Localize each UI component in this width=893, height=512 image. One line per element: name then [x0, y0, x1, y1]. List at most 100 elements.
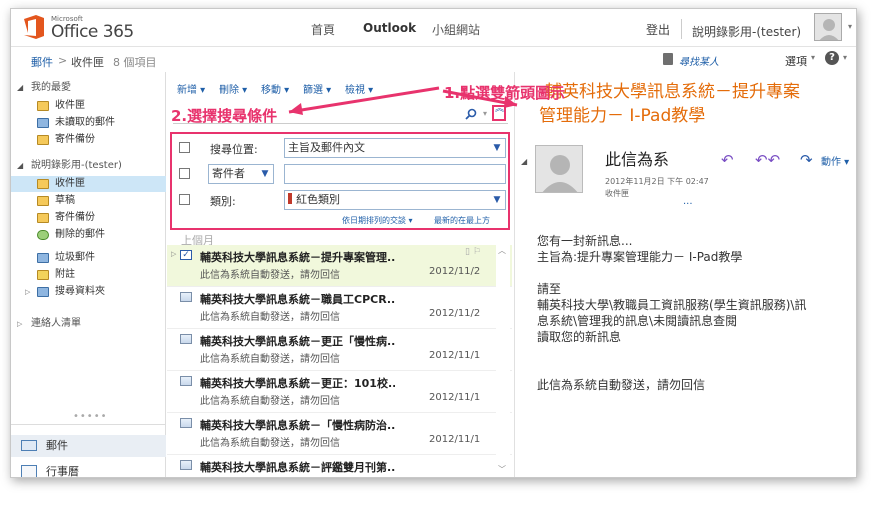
mail-list-item[interactable]: 輔英科技大學訊息系統－「慢性病防治... 此信為系統自動發送，請勿回信 2012/1… [167, 413, 512, 455]
message-list-scrollbar[interactable]: ︿ ﹀ [496, 244, 510, 476]
help-icon[interactable]: ? [825, 51, 839, 65]
message-datetime: 2012年11月2日 下午 02:47 [605, 177, 709, 186]
sort-conversation-link[interactable]: 依日期排列的交談 ▾ [342, 215, 413, 226]
envelope-icon [180, 292, 192, 302]
search-location-select[interactable]: 主旨及郵件內文 ▼ [284, 138, 506, 158]
favorites-header[interactable]: ◢ 我的最愛 [11, 80, 166, 96]
body-line: 此信為系統自動發送，請勿回信 [537, 378, 706, 392]
breadcrumb-folder: 收件匣 [71, 56, 104, 69]
sender-photo [535, 145, 583, 193]
options-menu[interactable]: 選項 [785, 53, 807, 69]
header-divider [681, 19, 682, 39]
nav-mail-button[interactable]: 郵件 [11, 435, 166, 457]
sort-order-link[interactable]: 最新的在最上方 [434, 215, 490, 226]
body-line: 讀取您的新訊息 [537, 330, 622, 344]
search-folder-icon [37, 287, 49, 297]
folder-sent[interactable]: 寄件備份 [11, 210, 166, 226]
mail-preview: 此信為系統自動發送，請勿回信 [200, 438, 340, 449]
mail-subject: 輔英科技大學訊息系統－提升專案管理... [200, 251, 395, 264]
mail-subject: 輔英科技大學訊息系統－職員工CPCR... [200, 293, 395, 306]
nav-outlook[interactable]: Outlook [363, 21, 416, 35]
folder-pane: ◢ 我的最愛 收件匣 未讀取的郵件 寄件備份 ◢ 說明錄影用-(tester) … [11, 72, 166, 477]
sender-input[interactable] [284, 164, 506, 184]
fav-sent[interactable]: 寄件備份 [11, 132, 166, 148]
category-checkbox[interactable] [179, 194, 190, 205]
collapse-header-icon[interactable]: ◢ [521, 157, 527, 166]
expand-search-button[interactable]: ︽ [492, 105, 506, 121]
expand-icon[interactable]: ▷ [25, 284, 30, 300]
contacts-list-header[interactable]: ▷ 連絡人清單 [11, 316, 166, 332]
drafts-folder-icon [37, 196, 49, 206]
sender-name[interactable]: 此信為系 [605, 146, 669, 170]
item-count: 8 個項目 [113, 56, 157, 69]
collapse-icon[interactable]: ◢ [17, 80, 23, 96]
mail-list-item[interactable]: 輔英科技大學訊息系統－更正：101校... 此信為系統自動發送，請勿回信 2012/… [167, 371, 512, 413]
mail-list-item[interactable]: ✓ ▷ 輔英科技大學訊息系統－提升專案管理... 此信為系統自動發送，請勿回信 2012… [167, 245, 512, 287]
double-chevron-up-icon: ︽ [495, 104, 505, 114]
checked-message-icon[interactable]: ✓ [180, 250, 192, 260]
nav-home[interactable]: 首頁 [311, 21, 335, 38]
fav-inbox[interactable]: 收件匣 [11, 98, 166, 114]
address-book-icon[interactable] [663, 53, 673, 65]
notes-folder-icon [37, 270, 49, 280]
filter-button[interactable]: 篩選 ▾ [303, 81, 331, 96]
mail-list-item[interactable]: 輔英科技大學訊息系統－職員工CPCR... 此信為系統自動發送，請勿回信 2012/… [167, 287, 512, 329]
collapse-icon[interactable]: ◢ [17, 158, 23, 174]
folder-junk[interactable]: 垃圾郵件 [11, 250, 166, 266]
fav-unread[interactable]: 未讀取的郵件 [11, 115, 166, 131]
search-location-row: 搜尋位置: 主旨及郵件內文 ▼ [172, 137, 508, 159]
breadcrumb-mail[interactable]: 郵件 [31, 54, 53, 70]
mail-list-item[interactable]: 輔英科技大學訊息系統－評鑑雙月刊第... 此信為系統自動發送，請勿回信 2012/1… [167, 455, 512, 477]
pane-resize-grip[interactable]: ••••• [73, 411, 108, 422]
nav-team-site[interactable]: 小組網站 [432, 21, 480, 38]
user-avatar[interactable] [814, 13, 842, 41]
help-arrow-icon[interactable]: ▾ [843, 53, 847, 62]
actions-menu[interactable]: 動作 ▾ [821, 153, 849, 168]
nav-calendar-button[interactable]: 行事曆 [11, 461, 166, 477]
brand-office365: Office 365 [51, 22, 134, 42]
body-line: 請至 [537, 282, 562, 296]
logout-link[interactable]: 登出 [646, 21, 670, 38]
scroll-up-icon[interactable]: ︿ [498, 245, 506, 256]
options-arrow-icon[interactable]: ▾ [811, 53, 815, 62]
annotation-step2: 2.選擇搜尋條件 [171, 107, 278, 125]
find-someone-link[interactable]: 尋找某人 [679, 53, 719, 68]
folder-deleted[interactable]: 刪除的郵件 [11, 227, 166, 243]
mail-preview: 此信為系統自動發送，請勿回信 [200, 270, 340, 281]
category-select[interactable]: 紅色類別 ▼ [284, 190, 506, 210]
flag-icon[interactable]: ▯ ⚐ [465, 247, 481, 257]
new-button[interactable]: 新增 ▾ [177, 81, 205, 96]
search-location-checkbox[interactable] [179, 142, 190, 153]
reply-all-icon[interactable]: ↶↶ [755, 151, 780, 169]
message-folder: 收件匣 [605, 189, 629, 198]
more-recipients-link[interactable]: ... [683, 196, 693, 207]
forward-icon[interactable]: ↷ [800, 151, 813, 169]
search-icon[interactable] [465, 108, 477, 120]
user-name[interactable]: 說明錄影用-(tester) [692, 23, 801, 40]
folder-inbox[interactable]: 收件匣 [11, 176, 166, 192]
sender-checkbox[interactable] [179, 168, 190, 179]
red-category-swatch-icon [288, 193, 292, 204]
user-menu-arrow-icon[interactable]: ▾ [848, 22, 852, 31]
deleted-items-icon [37, 230, 49, 240]
mail-subject: 輔英科技大學訊息系統－更正：101校... [200, 377, 395, 390]
scroll-down-icon[interactable]: ﹀ [498, 464, 506, 475]
expand-conversation-icon[interactable]: ▷ [171, 250, 176, 258]
search-scope-arrow-icon[interactable]: ▾ [483, 109, 487, 118]
mailbox-header[interactable]: ◢ 說明錄影用-(tester) [11, 158, 166, 174]
folder-notes[interactable]: 附註 [11, 267, 166, 283]
mail-list-item[interactable]: 輔英科技大學訊息系統－更正「慢性病... 此信為系統自動發送，請勿回信 2012/1… [167, 329, 512, 371]
folder-search[interactable]: ▷ 搜尋資料夾 [11, 284, 166, 300]
view-button[interactable]: 檢視 ▾ [345, 81, 373, 96]
folder-drafts[interactable]: 草稿 [11, 193, 166, 209]
envelope-icon [180, 376, 192, 386]
delete-button[interactable]: 刪除 ▾ [219, 81, 247, 96]
nav-divider [11, 424, 166, 425]
body-line: 息系統\管理我的訊息\未閱讀訊息查閱 [537, 314, 738, 328]
sender-field-select[interactable]: 寄件者 ▼ [208, 164, 274, 184]
search-options-panel: 搜尋位置: 主旨及郵件內文 ▼ 寄件者 ▼ 類別: 紅色類別 ▼ 依日期排列的交… [170, 132, 510, 230]
reply-icon[interactable]: ↶ [721, 151, 734, 169]
body-line: 您有一封新訊息... [537, 234, 633, 248]
move-button[interactable]: 移動 ▾ [261, 81, 289, 96]
expand-icon[interactable]: ▷ [17, 316, 22, 332]
